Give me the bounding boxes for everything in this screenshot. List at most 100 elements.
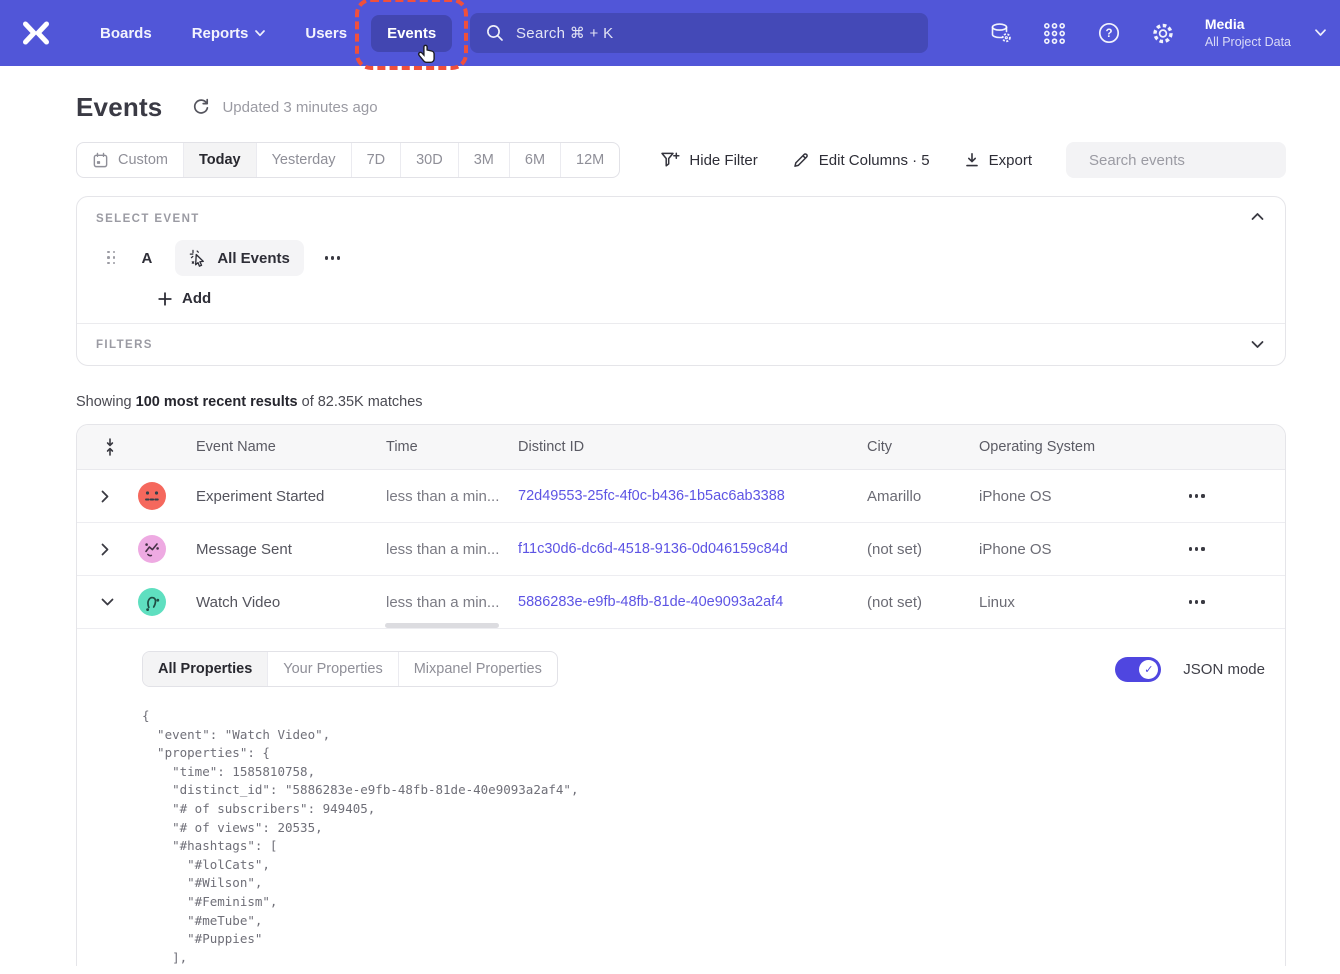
apps-grid-icon[interactable] bbox=[1043, 21, 1067, 45]
settings-gear-icon[interactable] bbox=[1151, 21, 1175, 45]
date-range-label: Yesterday bbox=[272, 152, 336, 168]
search-events-input[interactable] bbox=[1087, 151, 1290, 170]
detail-toolbar: All Properties Your Properties Mixpanel … bbox=[142, 651, 1265, 687]
summary-prefix: Showing bbox=[76, 394, 132, 410]
summary-highlight: 100 most recent results bbox=[136, 394, 298, 410]
json-mode-label: JSON mode bbox=[1183, 661, 1265, 678]
table-header: Event Name Time Distinct ID City Operati… bbox=[77, 425, 1285, 470]
collapse-row-icon[interactable] bbox=[101, 598, 135, 606]
cell-os: iPhone OS bbox=[979, 488, 1167, 505]
events-page: Boards Reports Users Events bbox=[0, 0, 1340, 974]
cursor-pointer-icon bbox=[415, 43, 439, 67]
date-range-label: Custom bbox=[118, 152, 168, 168]
selected-event-name: All Events bbox=[217, 250, 290, 267]
chevron-down-icon bbox=[1315, 29, 1326, 37]
date-range-7d[interactable]: 7D bbox=[351, 143, 401, 177]
column-header-os[interactable]: Operating System bbox=[979, 439, 1167, 455]
filter-icon bbox=[660, 151, 680, 169]
nav-item-users[interactable]: Users bbox=[289, 15, 363, 52]
properties-tabs: All Properties Your Properties Mixpanel … bbox=[142, 651, 558, 687]
check-icon: ✓ bbox=[1139, 660, 1158, 679]
tab-mixpanel-properties[interactable]: Mixpanel Properties bbox=[398, 652, 557, 686]
event-more-icon[interactable] bbox=[323, 250, 343, 265]
hide-filter-button[interactable]: Hide Filter bbox=[660, 151, 757, 169]
chevron-right-icon bbox=[101, 490, 109, 503]
cell-event-name: Message Sent bbox=[196, 541, 386, 558]
cell-city: (not set) bbox=[867, 594, 979, 611]
nav-item-reports[interactable]: Reports bbox=[176, 15, 282, 52]
date-range-today[interactable]: Today bbox=[183, 143, 256, 177]
cell-city: Amarillo bbox=[867, 488, 979, 505]
event-row: A All Events bbox=[96, 240, 1265, 276]
edit-columns-button[interactable]: Edit Columns · 5 bbox=[792, 151, 930, 169]
mixpanel-logo[interactable] bbox=[20, 17, 52, 49]
json-mode-toggle[interactable]: ✓ bbox=[1115, 657, 1161, 682]
download-icon bbox=[964, 152, 980, 168]
event-json-view: { "event": "Watch Video", "properties": … bbox=[142, 707, 1265, 966]
refresh-icon[interactable] bbox=[192, 98, 210, 116]
nav-item-events[interactable]: Events bbox=[371, 15, 452, 52]
nav-label: Events bbox=[387, 25, 436, 42]
drag-handle-icon[interactable] bbox=[107, 251, 117, 266]
search-icon bbox=[486, 24, 504, 42]
project-selector[interactable]: Media All Project Data bbox=[1205, 16, 1326, 50]
event-avatar bbox=[138, 535, 166, 563]
data-management-icon[interactable] bbox=[989, 21, 1013, 45]
chevron-right-icon bbox=[101, 543, 109, 556]
date-range-12m[interactable]: 12M bbox=[560, 143, 619, 177]
nav-label: Boards bbox=[100, 25, 152, 42]
date-range-3m[interactable]: 3M bbox=[458, 143, 509, 177]
event-selector-pill[interactable]: All Events bbox=[175, 240, 304, 276]
column-header-event-name[interactable]: Event Name bbox=[196, 439, 386, 455]
column-header-city[interactable]: City bbox=[867, 439, 979, 455]
nav-item-boards[interactable]: Boards bbox=[84, 15, 168, 52]
global-search-placeholder: Search ⌘ + K bbox=[516, 24, 613, 42]
row-more-icon[interactable] bbox=[1167, 494, 1285, 497]
event-avatar bbox=[138, 482, 166, 510]
global-search[interactable]: Search ⌘ + K bbox=[470, 13, 928, 53]
tab-label: All Properties bbox=[158, 661, 252, 677]
table-row[interactable]: Experiment Started less than a min... 72… bbox=[77, 470, 1285, 523]
tab-your-properties[interactable]: Your Properties bbox=[267, 652, 397, 686]
table-row[interactable]: Message Sent less than a min... f11c30d6… bbox=[77, 523, 1285, 576]
column-header-distinct-id[interactable]: Distinct ID bbox=[518, 439, 867, 455]
add-event-button[interactable]: Add bbox=[158, 290, 211, 307]
collapse-section-button[interactable] bbox=[1251, 212, 1264, 221]
add-label: Add bbox=[182, 290, 211, 307]
date-range-yesterday[interactable]: Yesterday bbox=[256, 143, 351, 177]
plus-icon bbox=[158, 292, 172, 306]
row-more-icon[interactable] bbox=[1167, 547, 1285, 550]
search-events-box[interactable] bbox=[1066, 142, 1286, 178]
page-header: Events Updated 3 minutes ago bbox=[76, 92, 1286, 122]
horizontal-scrollbar[interactable] bbox=[385, 623, 499, 628]
expand-row-icon[interactable] bbox=[101, 490, 135, 503]
row-more-icon[interactable] bbox=[1167, 600, 1285, 603]
date-range-label: Today bbox=[199, 152, 241, 168]
expand-row-icon[interactable] bbox=[101, 543, 135, 556]
sort-icon[interactable] bbox=[103, 437, 135, 457]
date-range-6m[interactable]: 6M bbox=[509, 143, 560, 177]
table-row-expanded[interactable]: Watch Video less than a min... 5886283e-… bbox=[77, 576, 1285, 629]
event-detail-panel: All Properties Your Properties Mixpanel … bbox=[77, 629, 1285, 966]
date-range-label: 12M bbox=[576, 152, 604, 168]
export-button[interactable]: Export bbox=[964, 152, 1032, 169]
calendar-icon bbox=[92, 152, 109, 169]
event-avatar bbox=[138, 588, 166, 616]
column-header-time[interactable]: Time bbox=[386, 439, 518, 455]
cell-distinct-id-link[interactable]: f11c30d6-dc6d-4518-9136-0d046159c84d bbox=[518, 541, 867, 557]
help-icon[interactable]: ? bbox=[1097, 21, 1121, 45]
cell-distinct-id-link[interactable]: 5886283e-e9fb-48fb-81de-40e9093a2af4 bbox=[518, 594, 867, 610]
select-event-section: SELECT EVENT A All Events bbox=[77, 197, 1285, 323]
sparkle-cursor-icon bbox=[189, 249, 208, 268]
chevron-down-icon bbox=[255, 30, 265, 37]
tab-all-properties[interactable]: All Properties bbox=[143, 652, 267, 686]
filters-section[interactable]: FILTERS bbox=[77, 324, 1285, 365]
main-content: Events Updated 3 minutes ago Custom bbox=[0, 92, 1340, 966]
hide-filter-label: Hide Filter bbox=[689, 152, 757, 169]
date-range-30d[interactable]: 30D bbox=[400, 143, 458, 177]
last-updated-text: Updated 3 minutes ago bbox=[222, 99, 377, 116]
top-navbar: Boards Reports Users Events bbox=[0, 0, 1340, 66]
date-range-label: 6M bbox=[525, 152, 545, 168]
date-range-custom[interactable]: Custom bbox=[77, 143, 183, 177]
cell-distinct-id-link[interactable]: 72d49553-25fc-4f0c-b436-1b5ac6ab3388 bbox=[518, 488, 867, 504]
